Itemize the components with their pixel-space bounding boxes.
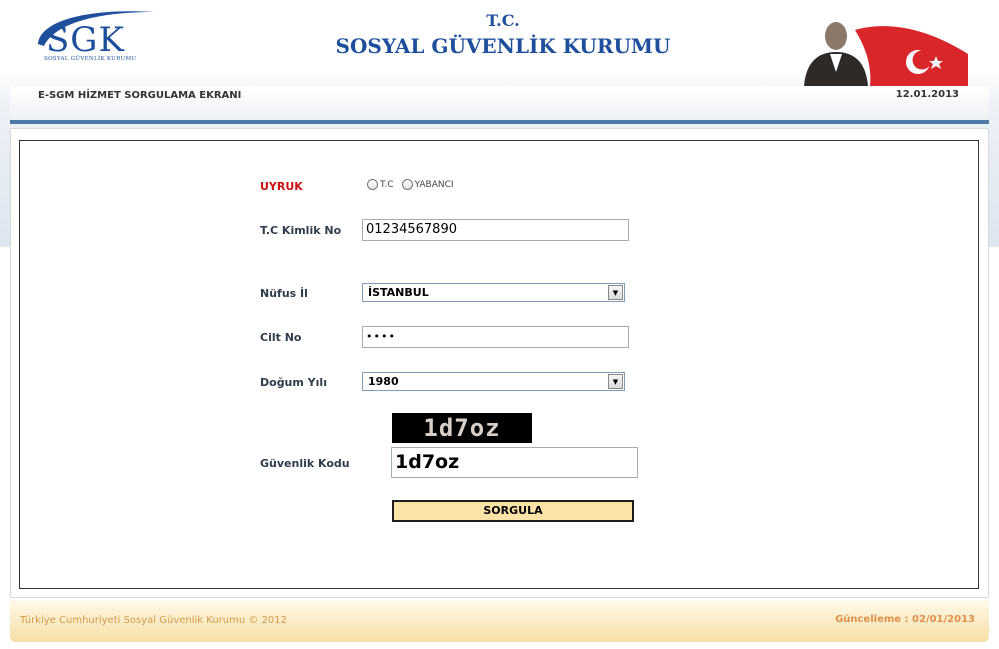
site-title: T.C. SOSYAL GÜVENLİK KURUMU <box>330 10 676 60</box>
nufus-il-label: Nüfus İl <box>260 287 308 300</box>
logo-text: SGK <box>46 20 125 60</box>
guvenlik-kodu-input[interactable]: 1d7oz <box>391 447 638 478</box>
radio-yabanci-circle[interactable] <box>401 179 413 190</box>
header: SGK SOSYAL GÜVENLİK KURUMU T.C. SOSYAL G… <box>0 0 999 86</box>
radio-tc-label: T.C <box>380 179 394 190</box>
guvenlik-kodu-label: Güvenlik Kodu <box>260 457 350 470</box>
footer-update-date: Güncelleme : 02/01/2013 <box>835 614 975 625</box>
dogum-yili-label: Doğum Yılı <box>260 376 327 389</box>
captcha-image: 1d7oz <box>392 413 532 443</box>
radio-tc[interactable]: T.C <box>367 179 394 190</box>
uyruk-label: UYRUK <box>260 180 303 193</box>
logo-subtitle: SOSYAL GÜVENLİK KURUMU <box>44 56 137 62</box>
top-bar: E-SGM HİZMET SORGULAMA EKRANI 12.01.2013 <box>10 86 989 124</box>
footer-copyright: Türkiye Cumhuriyeti Sosyal Güvenlik Kuru… <box>20 615 288 626</box>
cilt-no-label: Cilt No <box>260 331 302 344</box>
radio-tc-circle[interactable] <box>367 179 378 190</box>
tc-kimlik-label: T.C Kimlik No <box>260 224 342 237</box>
uyruk-radio-group: T.C YABANCI <box>367 179 462 190</box>
dogum-yili-value: 1980 <box>368 375 399 388</box>
screen-title: E-SGM HİZMET SORGULAMA EKRANI <box>38 90 242 101</box>
current-date: 12.01.2013 <box>895 89 959 100</box>
tc-kimlik-input[interactable]: 01234567890 <box>362 219 629 241</box>
cilt-no-input[interactable]: •••• <box>362 326 629 348</box>
dogum-yili-select[interactable]: 1980 ▼ <box>362 372 625 391</box>
title-tc: T.C. <box>486 11 520 30</box>
title-main: SOSYAL GÜVENLİK KURUMU <box>335 34 671 58</box>
chevron-down-icon[interactable]: ▼ <box>608 374 623 389</box>
chevron-down-icon[interactable]: ▼ <box>608 285 623 300</box>
sgk-logo: SGK SOSYAL GÜVENLİK KURUMU <box>30 6 160 68</box>
ataturk-flag-image <box>800 10 970 86</box>
radio-yabanci-label: YABANCI <box>414 179 454 190</box>
nufus-il-value: İSTANBUL <box>368 286 429 299</box>
footer: Türkiye Cumhuriyeti Sosyal Güvenlik Kuru… <box>10 600 989 642</box>
sorgula-button[interactable]: SORGULA <box>392 500 634 522</box>
nufus-il-select[interactable]: İSTANBUL ▼ <box>362 283 625 302</box>
radio-yabanci[interactable]: YABANCI <box>401 179 454 190</box>
